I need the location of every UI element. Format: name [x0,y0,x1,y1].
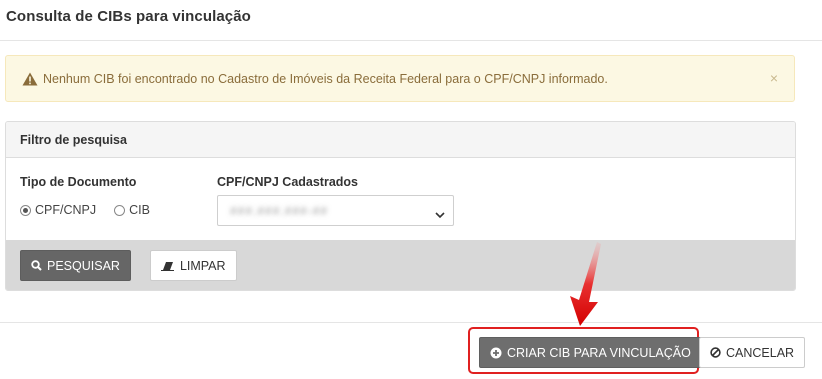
warning-alert: Nenhum CIB foi encontrado no Cadastro de… [5,55,795,102]
create-cib-button[interactable]: CRIAR CIB PARA VINCULAÇÃO [479,337,702,368]
warning-triangle-icon [22,72,38,86]
panel-body: Tipo de Documento CPF/CNPJ CIB CPF/CNPJ … [6,158,795,239]
panel-footer: PESQUISAR LIMPAR [6,240,795,290]
plus-circle-icon [490,347,502,359]
search-button-label: PESQUISAR [47,258,120,273]
radio-cib[interactable] [114,204,126,216]
ban-icon [710,347,721,358]
document-type-label: Tipo de Documento [20,175,137,189]
create-cib-button-label: CRIAR CIB PARA VINCULAÇÃO [507,345,691,360]
radio-cpf-cnpj[interactable] [20,204,31,216]
eraser-icon [160,261,175,271]
alert-close-button[interactable]: × [770,70,778,86]
clear-button-label: LIMPAR [179,258,226,273]
radio-cpf-cnpj-label[interactable]: CPF/CNPJ [35,203,96,217]
search-filter-panel: Filtro de pesquisa Tipo de Documento CPF… [5,121,796,291]
selected-value-redacted: ###.###.###-## [230,203,329,218]
registered-cpf-cnpj-label: CPF/CNPJ Cadastrados [217,175,359,189]
radio-cib-label[interactable]: CIB [129,203,150,217]
alert-message: Nenhum CIB foi encontrado no Cadastro de… [43,71,608,86]
panel-heading: Filtro de pesquisa [6,122,795,158]
chevron-down-icon [435,206,445,219]
footer-divider [0,322,822,323]
clear-button[interactable]: LIMPAR [149,250,237,281]
registered-cpf-cnpj-select[interactable]: ###.###.###-## [217,195,454,226]
search-button[interactable]: PESQUISAR [20,250,131,281]
cancel-button-label: CANCELAR [726,345,795,360]
document-type-radio-group: CPF/CNPJ CIB [20,203,168,217]
cancel-button[interactable]: CANCELAR [699,337,806,368]
page-title: Consulta de CIBs para vinculação [6,8,251,25]
search-icon [31,260,42,271]
title-divider [0,40,822,41]
